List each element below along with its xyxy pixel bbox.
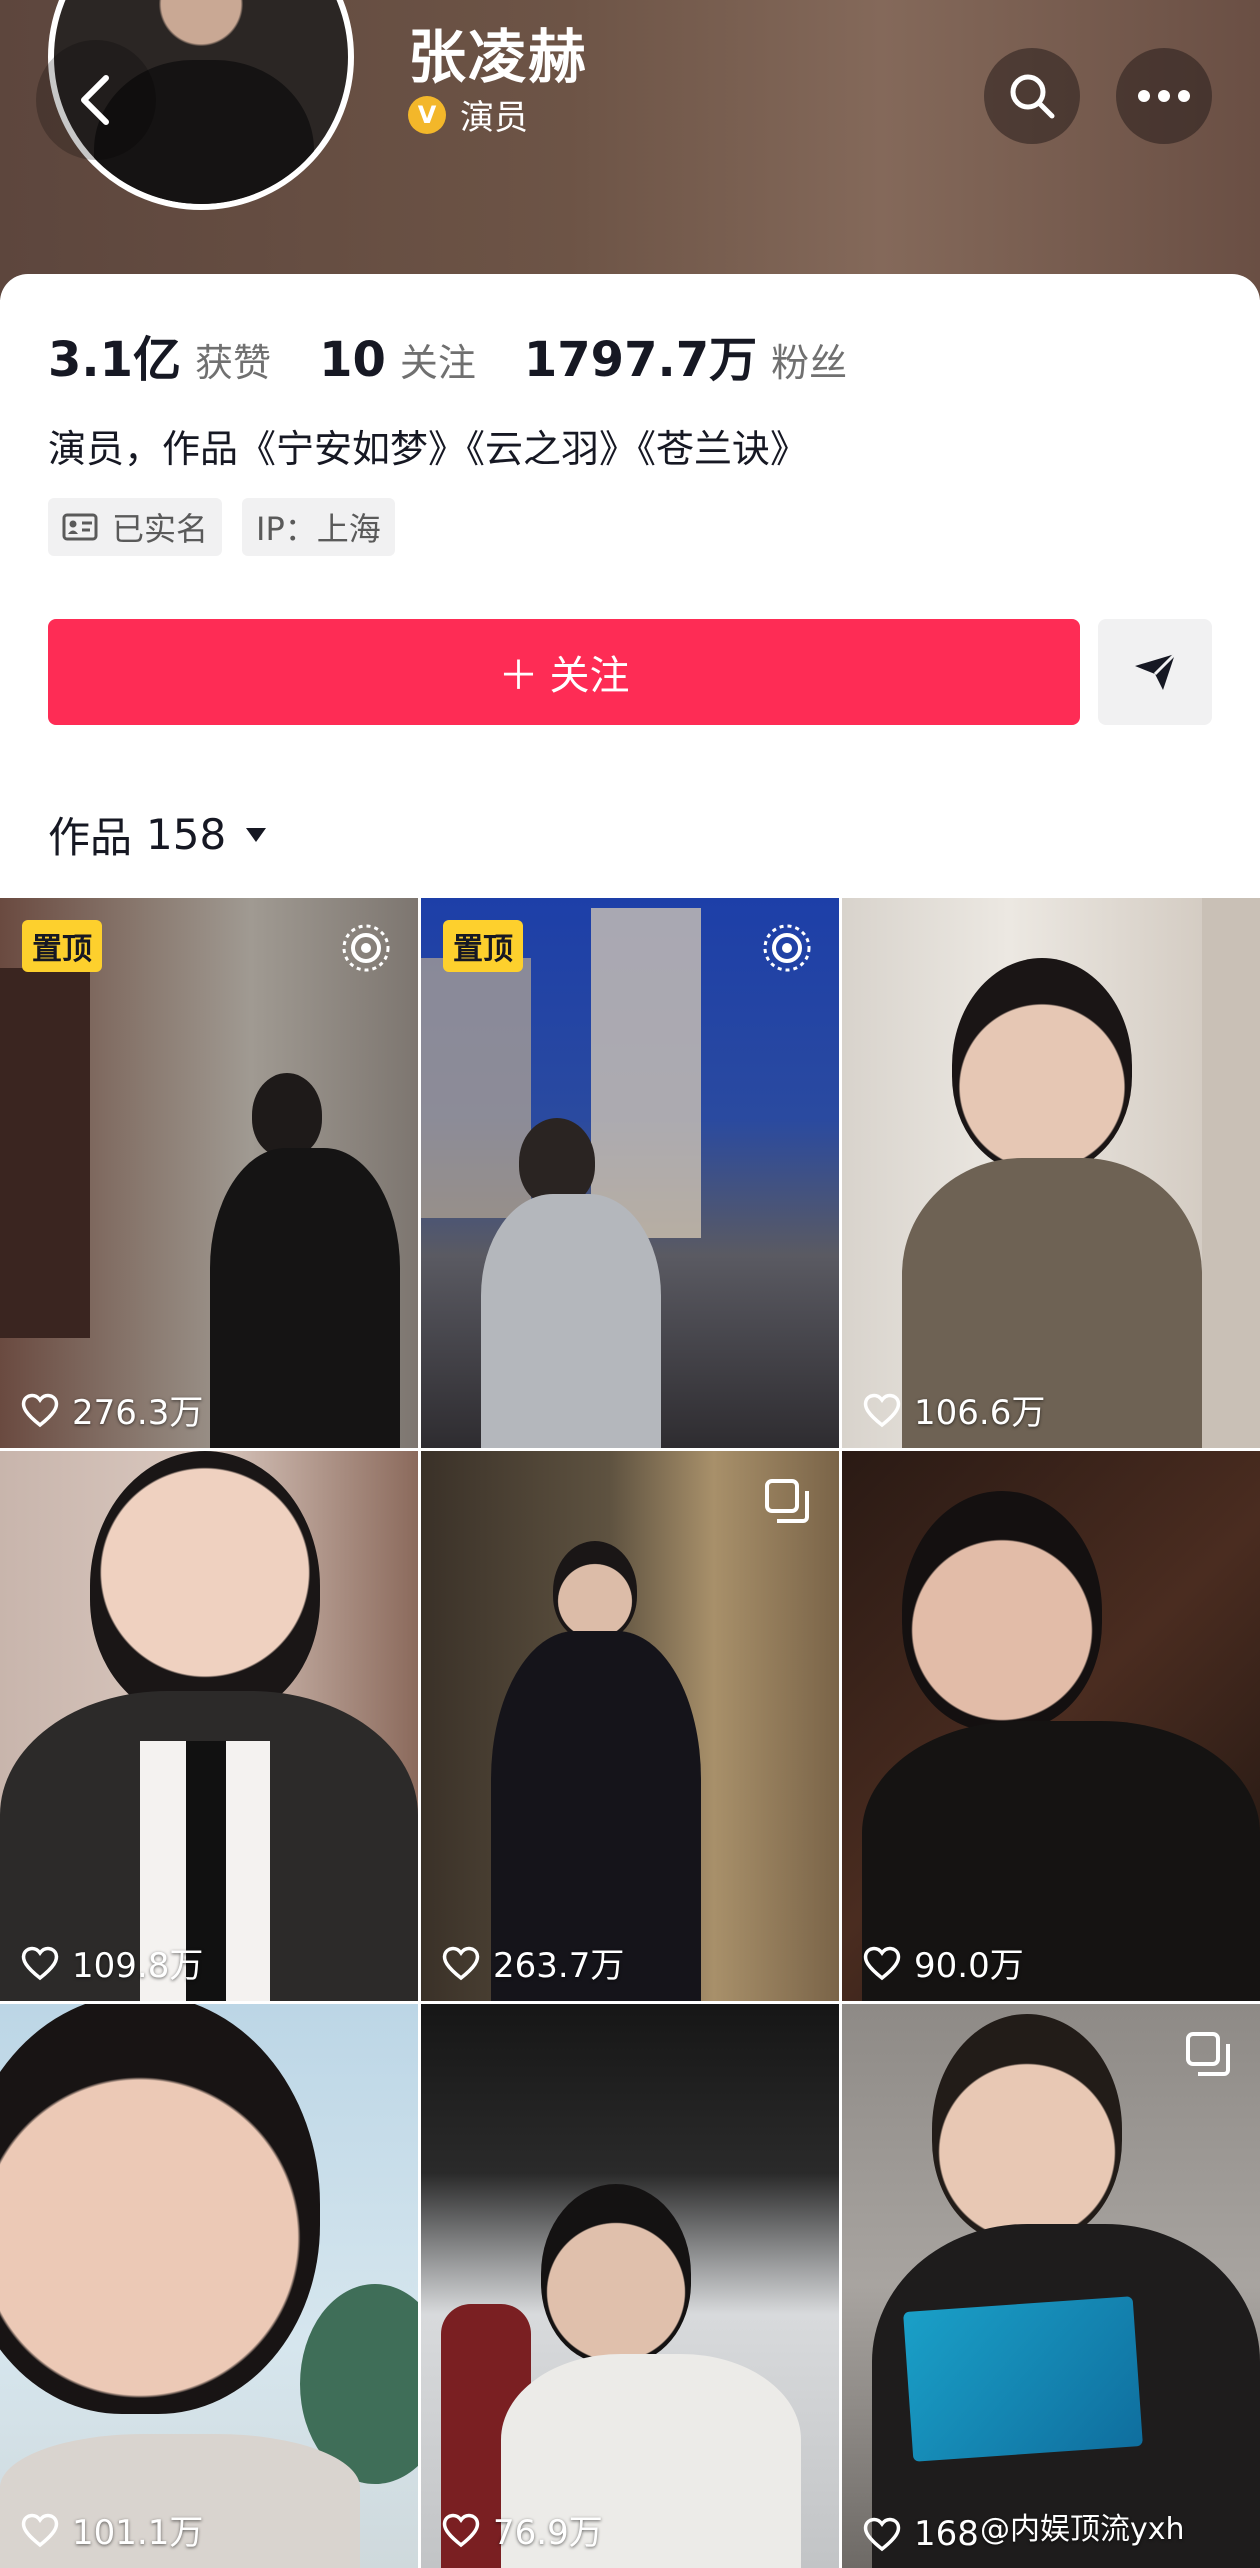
- video-tile[interactable]: 90.0万: [842, 1451, 1260, 2001]
- likes-count: 106.6万: [862, 1385, 1045, 1434]
- follow-button[interactable]: ＋ 关注: [48, 619, 1080, 725]
- works-count: 158: [146, 810, 227, 859]
- video-tile[interactable]: 109.8万: [0, 1451, 418, 2001]
- multi-image-icon: [765, 1479, 809, 1523]
- likes-count: 276.3万: [20, 1385, 203, 1434]
- likes-count: 101.1万: [20, 2505, 203, 2554]
- video-tile[interactable]: 101.1万: [0, 2004, 418, 2568]
- tag-row: 已实名 IP：上海: [48, 498, 415, 556]
- heart-icon: [442, 2513, 480, 2547]
- role-label: 演员: [460, 98, 528, 138]
- likes-count: 263.7万: [441, 1938, 624, 1987]
- video-tile[interactable]: 置顶: [421, 898, 839, 1448]
- video-tile[interactable]: 置顶 276.3万: [0, 898, 418, 1448]
- likes-value: 90.0万: [914, 1946, 1024, 1986]
- stat-likes-label[interactable]: 获赞: [195, 332, 271, 387]
- stat-fans-value[interactable]: 1797.7万: [524, 320, 757, 390]
- tag-verified-real-name: 已实名: [48, 498, 223, 556]
- profile-header: 张凌赫 V 演员: [0, 0, 1260, 300]
- role-row: V 演员: [408, 90, 528, 139]
- works-label: 作品: [48, 813, 133, 862]
- tag-label: 已实名: [112, 510, 209, 548]
- video-tile[interactable]: 168: [842, 2004, 1260, 2568]
- dropdown-triangle-icon: [246, 827, 267, 842]
- likes-value: 109.8万: [72, 1946, 204, 1986]
- search-button[interactable]: [984, 48, 1080, 144]
- likes-value: 106.6万: [914, 1393, 1046, 1433]
- chevron-left-icon: [81, 75, 109, 125]
- heart-icon: [21, 1393, 59, 1427]
- tag-ip-location: IP：上海: [242, 498, 395, 556]
- pinned-badge: 置顶: [22, 920, 102, 972]
- heart-icon: [863, 2517, 901, 2552]
- pinned-badge: 置顶: [443, 920, 523, 972]
- heart-icon: [442, 1946, 480, 1980]
- likes-value: 263.7万: [493, 1946, 625, 1986]
- stat-following-value[interactable]: 10: [319, 332, 386, 388]
- likes-value: 101.1万: [72, 2513, 204, 2553]
- likes-count: 168: [862, 2514, 979, 2554]
- live-icon: [763, 924, 811, 972]
- profile-name: 张凌赫: [408, 23, 589, 91]
- video-tile[interactable]: 263.7万: [421, 1451, 839, 2001]
- search-icon: [1010, 74, 1055, 119]
- back-button[interactable]: [36, 40, 156, 160]
- heart-icon: [863, 1393, 901, 1427]
- stat-likes-value: 3.1亿: [48, 332, 182, 388]
- heart-icon: [863, 1946, 901, 1980]
- heart-icon: [21, 2513, 59, 2547]
- stats-row: 3.1亿 获赞 10 关注 1797.7万 粉丝: [48, 320, 895, 390]
- tag-label: IP：上海: [256, 510, 381, 548]
- live-icon: [342, 924, 390, 972]
- video-tile[interactable]: 76.9万: [421, 2004, 839, 2568]
- works-tab[interactable]: 作品 158: [48, 804, 268, 865]
- stat-following-label[interactable]: 关注: [400, 332, 476, 387]
- bio-text: 演员，作品《宁安如梦》《云之羽》《苍兰诀》: [48, 427, 809, 471]
- likes-count: 90.0万: [862, 1938, 1024, 1987]
- more-icon: [1138, 90, 1190, 102]
- likes-count: 76.9万: [441, 2505, 603, 2554]
- video-tile[interactable]: 106.6万: [842, 898, 1260, 1448]
- id-card-icon: [62, 513, 98, 541]
- multi-image-icon: [1186, 2032, 1230, 2076]
- likes-value: 276.3万: [72, 1393, 204, 1433]
- watermark: @内娱顶流yxh: [980, 2512, 1185, 2547]
- verified-icon: V: [408, 95, 446, 134]
- more-button[interactable]: [1116, 48, 1212, 144]
- heart-icon: [21, 1946, 59, 1980]
- likes-value: 168: [914, 2514, 979, 2554]
- likes-value: 76.9万: [493, 2513, 603, 2553]
- share-button[interactable]: [1098, 619, 1212, 725]
- stat-fans-label[interactable]: 粉丝: [771, 332, 847, 387]
- send-icon: [1135, 652, 1177, 690]
- likes-count: 109.8万: [20, 1938, 203, 1987]
